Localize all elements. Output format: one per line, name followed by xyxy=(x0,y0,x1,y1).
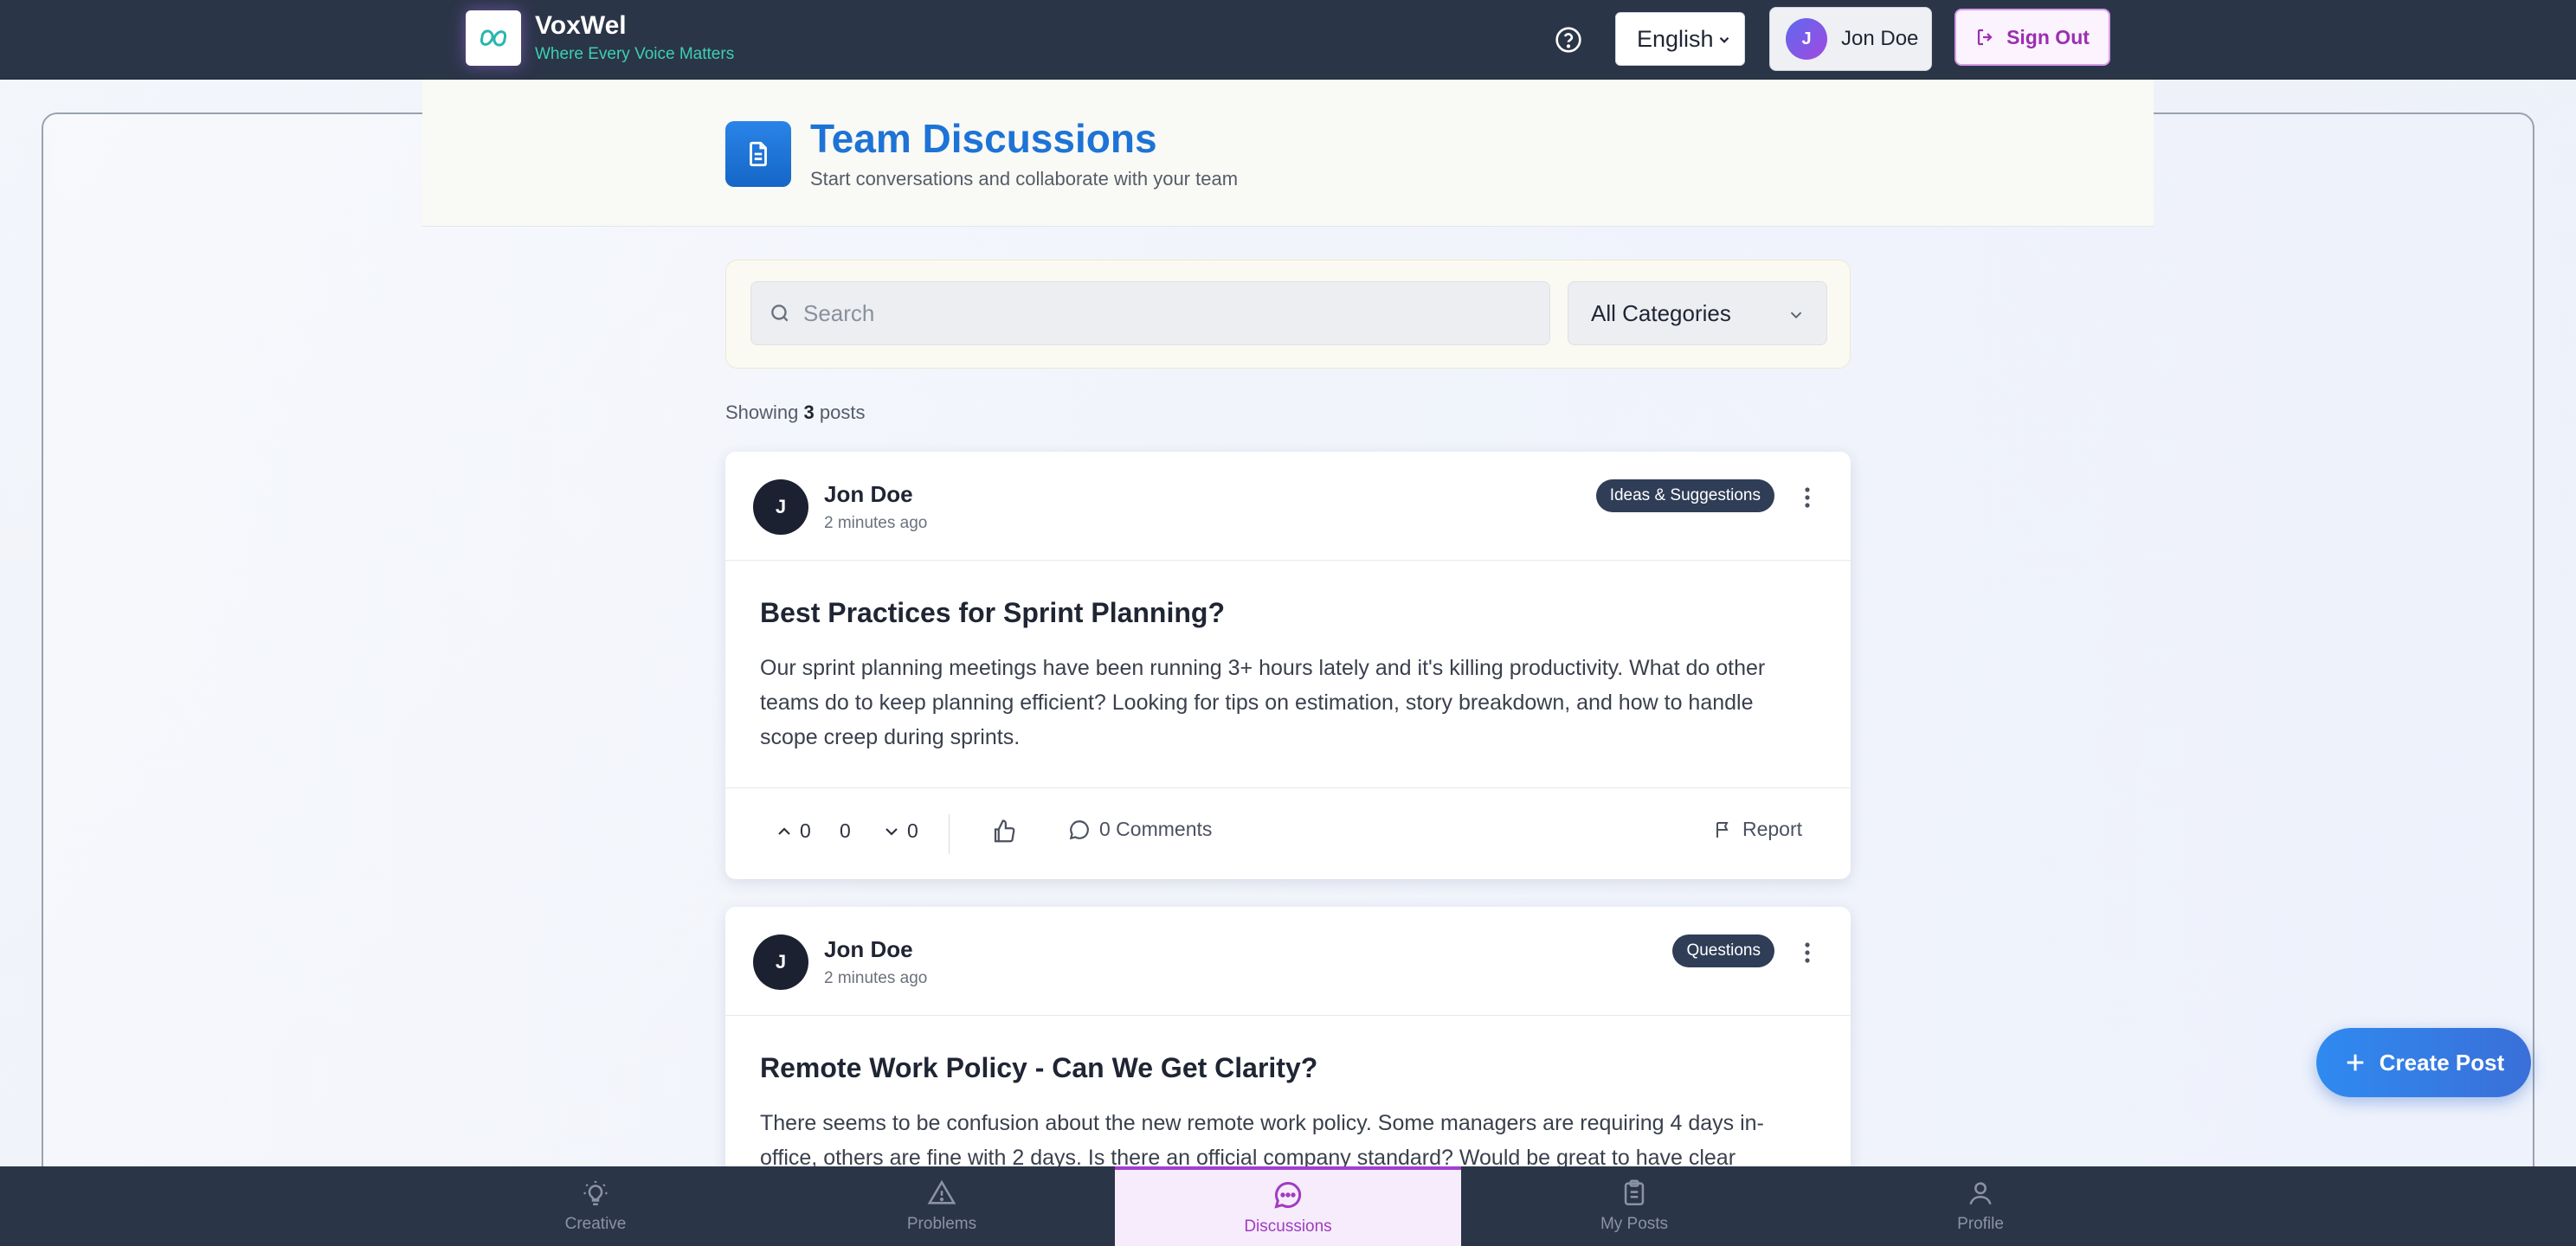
chevron-down-icon xyxy=(1719,36,1729,43)
post-header: J Jon Doe 2 minutes ago Ideas & Suggesti… xyxy=(725,452,1851,561)
author-avatar[interactable]: J xyxy=(753,934,808,990)
clipboard-icon xyxy=(1624,1179,1645,1206)
create-post-button[interactable]: Create Post xyxy=(2316,1028,2531,1097)
nav-item-creative[interactable]: Creative xyxy=(422,1166,769,1246)
post-body[interactable]: Remote Work Policy - Can We Get Clarity?… xyxy=(725,1016,1851,1175)
page-subtitle: Start conversations and collaborate with… xyxy=(810,168,1239,189)
nav-label: Problems xyxy=(906,1215,977,1233)
author-name[interactable]: Jon Doe xyxy=(824,936,913,963)
post-title[interactable]: Remote Work Policy - Can We Get Clarity? xyxy=(760,1050,1816,1085)
search-input[interactable] xyxy=(803,299,1513,327)
author-name[interactable]: Jon Doe xyxy=(824,481,913,508)
vote-score: 0 xyxy=(840,819,851,842)
post-header: J Jon Doe 2 minutes ago Questions xyxy=(725,907,1851,1016)
results-count: Showing 3 posts xyxy=(725,401,865,424)
nav-label: Creative xyxy=(564,1215,627,1233)
more-vertical-icon xyxy=(1805,942,1810,963)
sign-out-label: Sign Out xyxy=(2006,25,2090,48)
more-vertical-icon xyxy=(1805,487,1810,508)
like-button[interactable] xyxy=(987,814,1021,849)
search-box[interactable] xyxy=(750,281,1550,345)
language-select[interactable]: English xyxy=(1615,12,1745,66)
nav-item-discussions[interactable]: Discussions xyxy=(1115,1166,1461,1246)
comments-label: 0 Comments xyxy=(1099,818,1213,840)
search-icon xyxy=(771,305,789,322)
more-options-button[interactable] xyxy=(1799,485,1816,511)
results-number: 3 xyxy=(803,401,815,423)
document-icon xyxy=(725,121,791,187)
author-avatar[interactable]: J xyxy=(753,479,808,535)
results-suffix: posts xyxy=(819,401,866,423)
warning-triangle-icon xyxy=(927,1179,956,1204)
chevron-up-icon xyxy=(778,826,790,835)
nav-label: My Posts xyxy=(1600,1215,1669,1233)
nav-item-my-posts[interactable]: My Posts xyxy=(1461,1166,1807,1246)
thumbs-up-icon xyxy=(994,819,1015,843)
brand[interactable]: VoxWel Where Every Voice Matters xyxy=(466,10,734,66)
more-options-button[interactable] xyxy=(1799,940,1816,966)
filter-panel: All Categories xyxy=(725,260,1851,369)
report-label: Report xyxy=(1742,818,1802,840)
page-header-band xyxy=(422,80,2154,227)
bottom-navigation: Creative Problems Discussions My Posts P… xyxy=(0,1166,2576,1246)
top-navbar: VoxWel Where Every Voice Matters English… xyxy=(0,0,2576,80)
help-circle-icon xyxy=(1555,27,1581,53)
user-icon xyxy=(1969,1182,1992,1205)
results-prefix: Showing xyxy=(725,401,799,423)
nav-label: Profile xyxy=(1957,1215,2004,1233)
post-content: There seems to be confusion about the ne… xyxy=(760,1111,1764,1170)
post-timestamp: 2 minutes ago xyxy=(824,514,928,532)
post-content: Our sprint planning meetings have been r… xyxy=(760,656,1766,749)
sign-out-button[interactable]: Sign Out xyxy=(1955,9,2110,66)
chevron-down-icon xyxy=(886,827,898,836)
upvote-count: 0 xyxy=(800,819,811,842)
report-button[interactable]: Report xyxy=(1713,818,1802,841)
nav-item-problems[interactable]: Problems xyxy=(769,1166,1115,1246)
create-post-label: Create Post xyxy=(2379,1049,2505,1076)
help-button[interactable] xyxy=(1551,22,1586,57)
category-select[interactable]: All Categories xyxy=(1568,281,1827,345)
category-value: All Categories xyxy=(1591,299,1731,326)
chat-bubble-icon xyxy=(1274,1181,1302,1209)
app-name: VoxWel xyxy=(535,11,627,40)
flag-icon xyxy=(1716,821,1729,838)
post-actions: 0 0 0 0 Comments Report xyxy=(725,787,1851,879)
app-tagline: Where Every Voice Matters xyxy=(535,45,735,63)
post-title[interactable]: Best Practices for Sprint Planning? xyxy=(760,595,1816,630)
lightbulb-icon xyxy=(583,1180,608,1206)
upvote-button[interactable]: 0 xyxy=(774,819,811,843)
user-name: Jon Doe xyxy=(1841,27,1919,50)
comments-button[interactable]: 0 Comments xyxy=(1068,818,1212,841)
divider xyxy=(949,814,950,854)
nav-label: Discussions xyxy=(1244,1217,1332,1236)
language-value: English xyxy=(1637,25,1714,52)
category-badge: Questions xyxy=(1672,934,1774,967)
post-body[interactable]: Best Practices for Sprint Planning? Our … xyxy=(725,561,1851,755)
post-timestamp: 2 minutes ago xyxy=(824,969,928,987)
page-title: Team Discussions xyxy=(810,116,1157,161)
post-card[interactable]: J Jon Doe 2 minutes ago Ideas & Suggesti… xyxy=(725,452,1851,879)
downvote-count: 0 xyxy=(907,819,918,842)
plus-icon xyxy=(2347,1054,2364,1071)
logout-icon xyxy=(1977,29,1993,46)
chevron-down-icon xyxy=(1790,312,1802,319)
nav-item-profile[interactable]: Profile xyxy=(1807,1166,2154,1246)
voxwel-logo-icon xyxy=(466,10,521,66)
downvote-button[interactable]: 0 xyxy=(881,819,918,843)
category-badge: Ideas & Suggestions xyxy=(1595,479,1774,512)
comment-icon xyxy=(1069,819,1089,839)
user-avatar: J xyxy=(1786,18,1827,60)
user-menu[interactable]: J Jon Doe xyxy=(1769,7,1932,71)
